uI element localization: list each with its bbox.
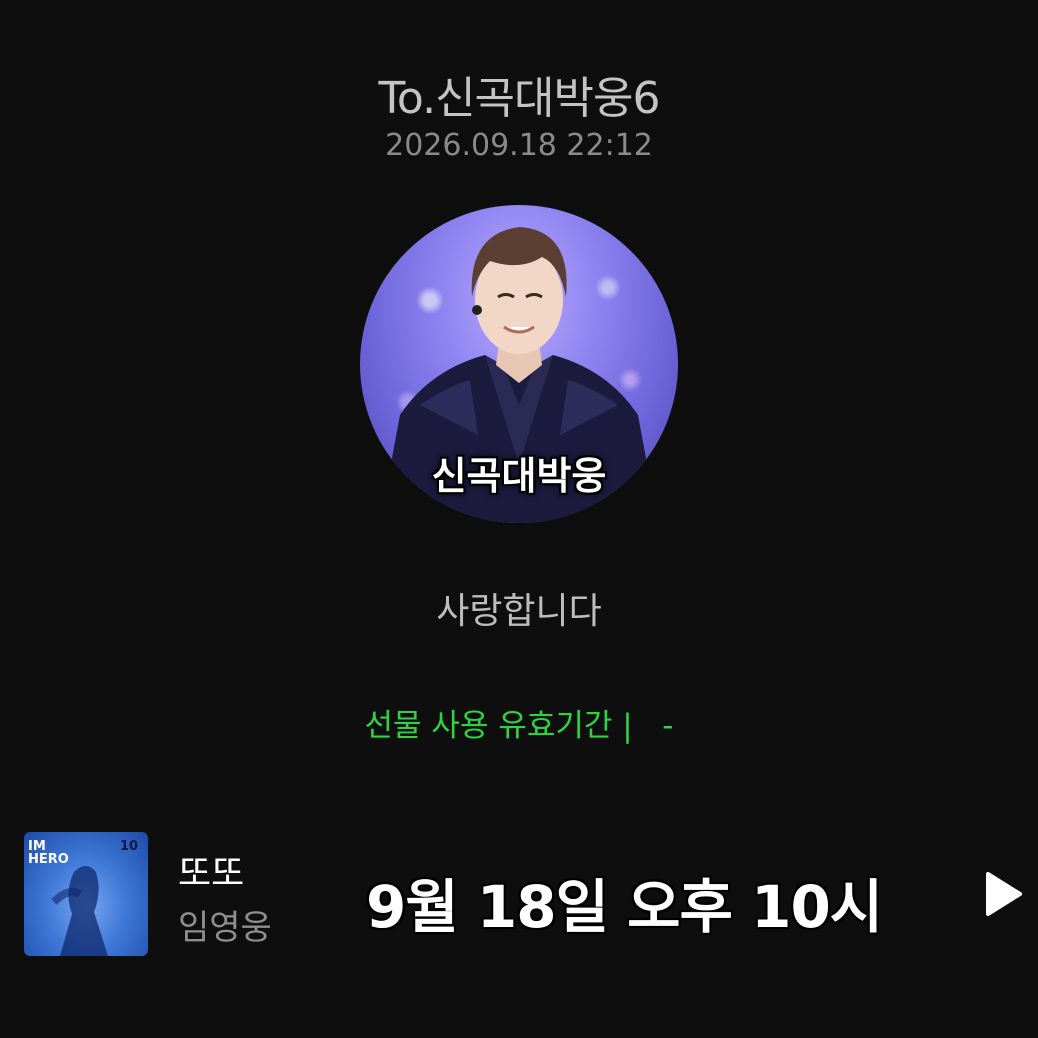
profile-avatar: 신곡대박웅 — [360, 205, 678, 523]
gift-message: 사랑합니다 — [436, 591, 602, 632]
svg-text:10: 10 — [120, 839, 138, 854]
song-title[interactable]: 또또 — [178, 844, 244, 896]
play-icon — [986, 872, 1022, 916]
play-button[interactable] — [978, 868, 1026, 920]
song-artist[interactable]: 임영웅 — [178, 900, 272, 949]
svg-text:HERO: HERO — [28, 852, 69, 867]
album-cover[interactable]: IM HERO 10 — [24, 832, 148, 956]
gift-timestamp: 2026.09.18 22:12 — [385, 128, 653, 163]
gift-detail-screen: To.신곡대박웅6 2026.09.18 22:12 신곡대박웅 사랑합니다 선… — [0, 0, 1038, 1038]
album-art: IM HERO 10 — [28, 839, 138, 956]
release-time-caption: 9월 18일 오후 10시 — [366, 873, 883, 941]
avatar-caption: 신곡대박웅 — [431, 454, 607, 498]
validity-period: 선물 사용 유효기간 | - — [364, 708, 674, 744]
recipient-title: To.신곡대박웅6 — [378, 73, 661, 124]
